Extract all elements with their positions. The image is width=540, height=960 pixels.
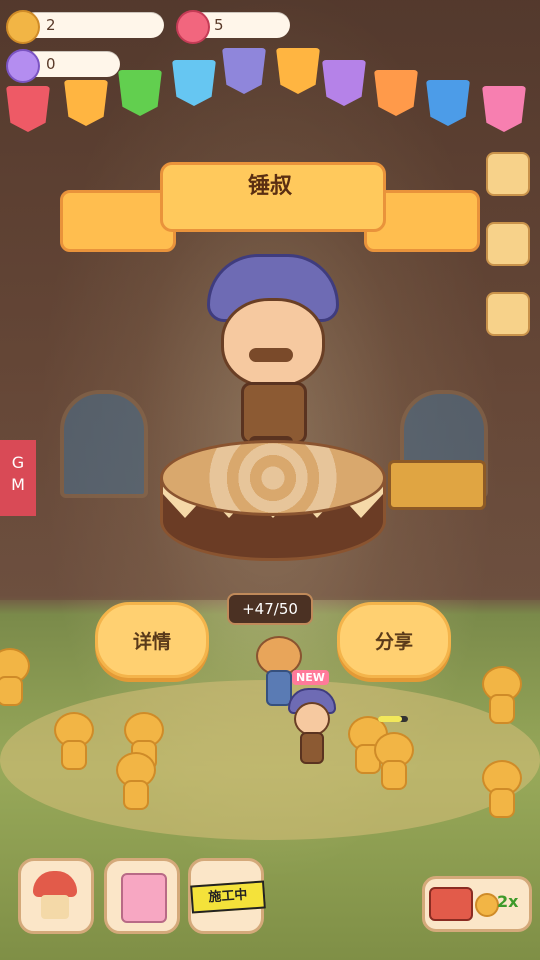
gingerbread-npc[interactable]	[0, 648, 30, 706]
star-button[interactable]	[486, 222, 530, 266]
notebook-icon	[121, 873, 167, 923]
character-name: 锤叔	[247, 174, 292, 199]
backpack-button[interactable]	[486, 292, 530, 336]
cookie-icon	[6, 10, 40, 44]
gm-label: G M	[11, 453, 25, 494]
stamp-button[interactable]	[486, 152, 530, 196]
details-label: 详情	[132, 630, 171, 653]
construction-label: 施工中	[190, 880, 266, 914]
heart-icon	[176, 10, 210, 44]
gm-button[interactable]: G M	[0, 440, 36, 516]
notebook-button[interactable]	[104, 858, 180, 934]
gingerbread-npc[interactable]	[480, 760, 522, 818]
share-button[interactable]: 分享	[337, 602, 451, 678]
mushroom-house-button[interactable]	[18, 858, 94, 934]
gingerbread-npc[interactable]	[52, 712, 94, 770]
tv-icon	[429, 887, 473, 921]
capacity-counter: +47/50	[227, 593, 313, 625]
progress-bar-fill	[378, 716, 402, 722]
gingerbread-npc[interactable]	[480, 666, 522, 724]
gingerbread-npc[interactable]	[372, 732, 414, 790]
new-npc[interactable]	[286, 688, 336, 764]
game-scene: 2 5 0 G M 锤叔 +47/50 详情 分享 NEW 施工中 2x	[0, 0, 540, 960]
share-label: 分享	[374, 630, 413, 653]
capacity-plus: +	[242, 600, 255, 618]
character-banner: 锤叔	[60, 150, 480, 260]
candy-icon	[6, 49, 40, 83]
progress-bar	[378, 716, 408, 722]
mushroom-house-icon	[33, 871, 77, 897]
gingerbread-npc[interactable]	[114, 752, 156, 810]
construction-button[interactable]: 施工中	[188, 858, 266, 934]
speed-button[interactable]: 2x	[422, 876, 532, 932]
new-badge: NEW	[292, 670, 329, 685]
house-body	[41, 895, 69, 919]
candy-count: 0	[46, 55, 56, 73]
cookie-counter	[22, 12, 164, 38]
capacity-value: 47/50	[254, 600, 298, 618]
speed-label: 2x	[497, 892, 519, 911]
heart-count: 5	[214, 16, 224, 34]
cookie-icon-small	[475, 893, 499, 917]
character-avatar	[205, 250, 339, 470]
window-left	[60, 390, 148, 498]
face	[221, 298, 325, 388]
apron	[241, 382, 307, 444]
cookie-count: 2	[46, 16, 56, 34]
pedestal-top	[160, 440, 386, 516]
mustache-icon	[249, 348, 293, 362]
details-button[interactable]: 详情	[95, 602, 209, 678]
treasure-chest	[388, 460, 486, 510]
